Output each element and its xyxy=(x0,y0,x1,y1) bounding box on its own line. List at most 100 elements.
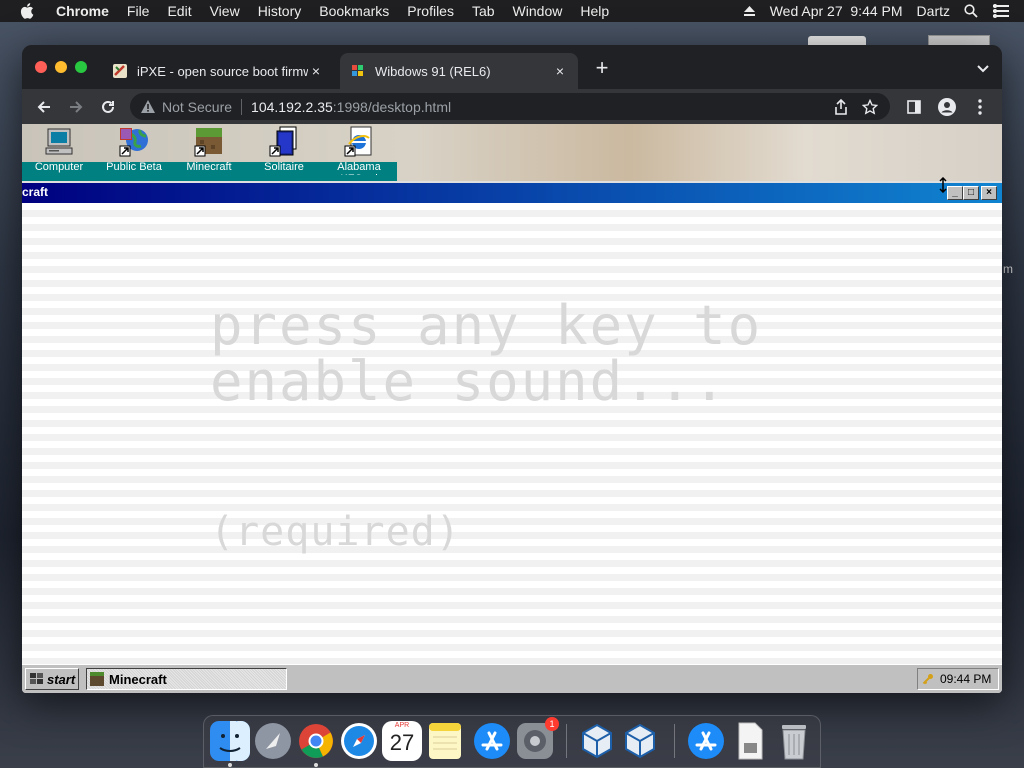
minimize-button[interactable]: _ xyxy=(947,186,963,200)
running-indicator xyxy=(228,763,232,767)
start-button[interactable]: start xyxy=(25,668,79,690)
new-tab-button[interactable]: + xyxy=(592,57,612,80)
desktop-icon-minecraft[interactable]: Minecraft xyxy=(172,126,246,173)
menubar-clock[interactable]: Wed Apr 27 9:44 PM xyxy=(770,3,903,19)
tab-close-icon[interactable]: × xyxy=(308,63,324,79)
bookmark-star-icon[interactable] xyxy=(862,98,878,115)
chrome-menu-icon[interactable] xyxy=(970,97,990,117)
internet-shortcut-icon xyxy=(343,126,375,158)
tab-close-icon[interactable]: × xyxy=(552,63,568,79)
virtualbox-icon[interactable] xyxy=(577,721,617,761)
minecraft-icon xyxy=(90,672,104,686)
menu-tab[interactable]: Tab xyxy=(472,3,495,19)
tab-title: Wibdows 91 (REL6) xyxy=(375,63,491,79)
tab-search-chevron-icon[interactable] xyxy=(976,61,990,73)
system-preferences-icon[interactable]: 1 xyxy=(515,717,559,761)
taskbar-item-minecraft[interactable]: Minecraft xyxy=(86,668,287,690)
computer-icon xyxy=(43,126,75,158)
prompt-text: press any key to enable sound... xyxy=(210,298,762,410)
menu-help[interactable]: Help xyxy=(580,3,609,19)
back-arrow-icon[interactable] xyxy=(34,97,54,117)
control-center-icon[interactable] xyxy=(992,4,1010,18)
chrome-app-icon[interactable] xyxy=(296,721,336,761)
address-bar[interactable]: Not Secure 104.192.2.35:1998/desktop.htm… xyxy=(130,93,890,120)
menu-window[interactable]: Window xyxy=(513,3,563,19)
desktop-icon-kfc-url[interactable]: Alabama KFC.url xyxy=(322,126,396,175)
warning-triangle-icon[interactable] xyxy=(140,99,156,114)
desktop-icon-public-beta[interactable]: Public Beta xyxy=(97,126,171,173)
close-window-button[interactable] xyxy=(35,61,47,73)
macos-menu-bar: Chrome File Edit View History Bookmarks … xyxy=(0,0,1024,22)
window-titlebar[interactable]: craft _ □ × xyxy=(22,183,1002,203)
share-icon[interactable] xyxy=(834,98,848,115)
desktop-icon-label: Public Beta xyxy=(106,161,162,173)
eject-icon[interactable] xyxy=(743,5,756,17)
menu-view[interactable]: View xyxy=(210,3,240,19)
desktop-icon-label: Computer xyxy=(34,161,84,173)
tab-strip: iPXE - open source boot firmw × Wibdows … xyxy=(22,45,1002,89)
minimize-window-button[interactable] xyxy=(55,61,67,73)
launchpad-icon[interactable] xyxy=(253,721,293,761)
tab-title: iPXE - open source boot firmw xyxy=(137,63,308,79)
side-panel-icon[interactable] xyxy=(904,97,924,117)
address-separator xyxy=(241,98,243,115)
finder-icon[interactable] xyxy=(210,721,250,761)
macos-dock: APR 27 1 xyxy=(203,715,821,768)
close-button[interactable]: × xyxy=(981,186,997,200)
profile-avatar-icon[interactable] xyxy=(937,97,957,117)
desktop-icon-computer[interactable]: Computer xyxy=(22,126,96,173)
retro-desktop: Computer Public Beta Minecraft Solitaire xyxy=(22,124,1002,181)
browser-toolbar: Not Secure 104.192.2.35:1998/desktop.htm… xyxy=(22,89,1002,124)
prompt-required-note: (required) xyxy=(210,509,461,555)
maximize-button[interactable]: □ xyxy=(963,186,979,200)
dock-separator xyxy=(674,724,675,758)
menubar-user[interactable]: Dartz xyxy=(917,3,950,19)
menu-app-name[interactable]: Chrome xyxy=(56,3,109,19)
taskbar-clock: 09:44 PM xyxy=(940,672,992,686)
notes-icon[interactable] xyxy=(425,721,465,761)
prompt-line-1: press any key to xyxy=(210,294,763,357)
windows-favicon-icon xyxy=(350,63,366,79)
app-store-icon[interactable] xyxy=(472,721,512,761)
reload-icon[interactable] xyxy=(98,97,118,117)
security-label[interactable]: Not Secure xyxy=(162,99,232,115)
desktop-icon-label: Solitaire xyxy=(264,161,304,173)
trash-icon[interactable] xyxy=(774,721,814,761)
app-store-downloads-icon[interactable] xyxy=(686,721,726,761)
url-host: 104.192.2.35 xyxy=(251,98,333,115)
spotlight-search-icon[interactable] xyxy=(964,4,978,18)
virtualbox-vm-icon[interactable] xyxy=(620,721,660,761)
dock-separator xyxy=(566,724,567,758)
menu-edit[interactable]: Edit xyxy=(167,3,191,19)
calendar-icon[interactable]: APR 27 xyxy=(382,721,422,761)
menu-bookmarks[interactable]: Bookmarks xyxy=(319,3,389,19)
start-label: start xyxy=(47,671,76,687)
globe-shortcut-icon xyxy=(118,126,150,158)
key-icon[interactable] xyxy=(922,673,934,685)
safari-icon[interactable] xyxy=(339,721,379,761)
game-canvas[interactable]: press any key to enable sound... (requir… xyxy=(22,203,1002,666)
calendar-month: APR xyxy=(394,722,410,729)
minecraft-window: craft _ □ × press any key to enable soun… xyxy=(22,181,1002,666)
tab-wibdows[interactable]: Wibdows 91 (REL6) × xyxy=(340,53,578,89)
document-icon[interactable] xyxy=(730,721,770,761)
menu-profiles[interactable]: Profiles xyxy=(407,3,454,19)
running-indicator xyxy=(314,763,318,767)
background-text-fragment: m xyxy=(1003,262,1013,276)
resize-cursor-icon xyxy=(938,176,948,194)
menu-history[interactable]: History xyxy=(258,3,302,19)
win-taskbar: start Minecraft 09:44 PM xyxy=(22,664,1002,693)
apple-menu-icon[interactable] xyxy=(20,3,38,19)
prompt-line-2: enable sound... xyxy=(210,350,728,413)
tab-ipxe[interactable]: iPXE - open source boot firmw × xyxy=(102,53,334,89)
cards-shortcut-icon xyxy=(268,126,300,158)
page-viewport: Computer Public Beta Minecraft Solitaire xyxy=(22,124,1002,693)
forward-arrow-icon[interactable] xyxy=(66,97,86,117)
url-path: :1998/desktop.html xyxy=(332,98,452,115)
fullscreen-window-button[interactable] xyxy=(75,61,87,73)
chrome-window: iPXE - open source boot firmw × Wibdows … xyxy=(22,45,1002,693)
desktop-icon-label: Alabama KFC.url xyxy=(337,161,381,175)
menu-file[interactable]: File xyxy=(127,3,150,19)
desktop-icon-solitaire[interactable]: Solitaire xyxy=(247,126,321,173)
windows-logo-icon xyxy=(29,672,45,686)
